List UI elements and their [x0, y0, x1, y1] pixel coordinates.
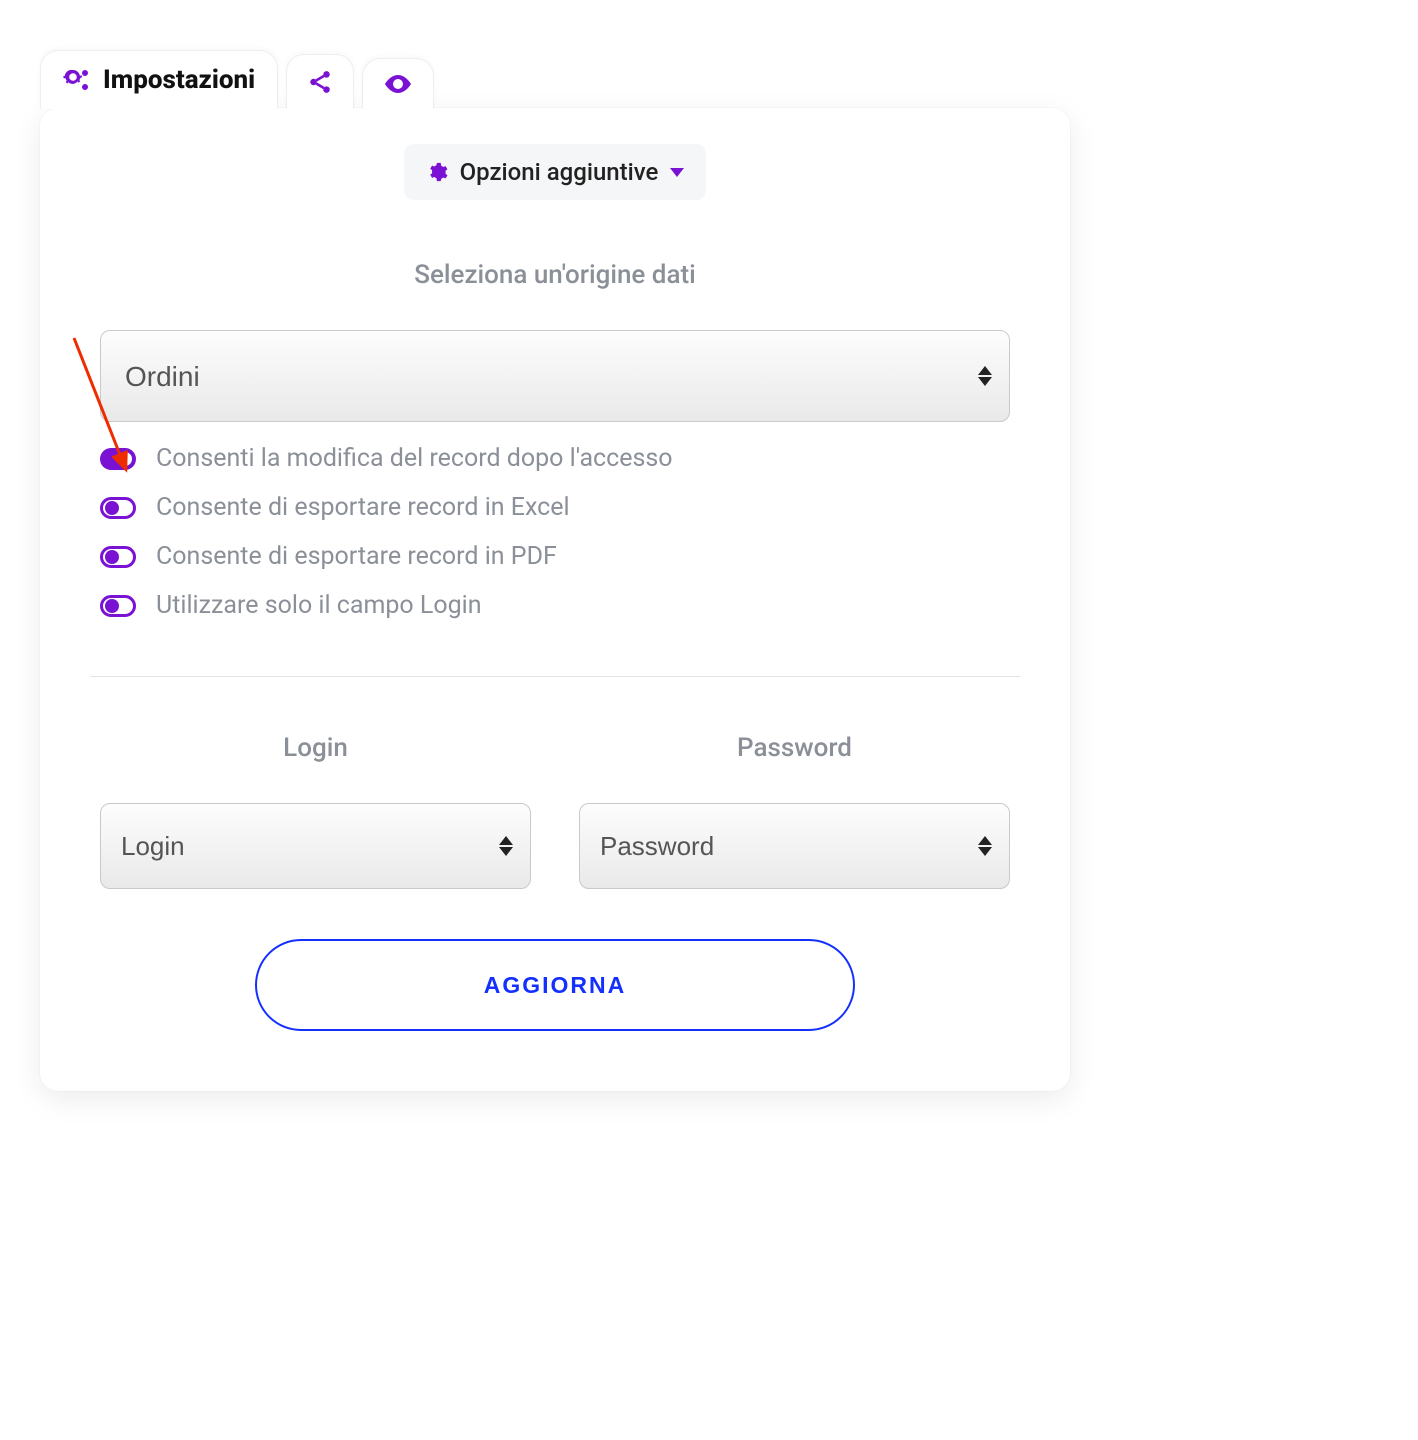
tab-preview[interactable] — [362, 58, 434, 109]
toggle-login-only[interactable] — [100, 595, 136, 617]
login-field-select[interactable]: Login — [100, 803, 531, 889]
password-heading: Password — [579, 733, 1010, 763]
divider — [90, 676, 1020, 677]
caret-down-icon — [670, 168, 684, 177]
eye-icon — [383, 73, 413, 95]
password-field-select[interactable]: Password — [579, 803, 1010, 889]
share-icon — [307, 69, 333, 95]
data-source-heading: Seleziona un'origine dati — [100, 260, 1010, 290]
toggles-group: Consenti la modifica del record dopo l'a… — [100, 444, 1010, 620]
toggle-login-only-label: Utilizzare solo il campo Login — [156, 591, 482, 620]
settings-panel: Opzioni aggiuntive Seleziona un'origine … — [40, 108, 1070, 1091]
additional-options-label: Opzioni aggiuntive — [460, 158, 659, 186]
tab-settings-label: Impostazioni — [103, 65, 255, 95]
gears-icon — [63, 67, 93, 93]
toggle-allow-edit-label: Consenti la modifica del record dopo l'a… — [156, 444, 673, 473]
update-button[interactable]: AGGIORNA — [255, 939, 855, 1031]
data-source-select[interactable]: Ordini — [100, 330, 1010, 422]
tab-share[interactable] — [286, 54, 354, 109]
toggle-export-excel[interactable] — [100, 497, 136, 519]
toggle-export-excel-label: Consente di esportare record in Excel — [156, 493, 570, 522]
toggle-export-pdf-label: Consente di esportare record in PDF — [156, 542, 557, 571]
toggle-export-pdf[interactable] — [100, 546, 136, 568]
login-heading: Login — [100, 733, 531, 763]
tab-settings[interactable]: Impostazioni — [40, 50, 278, 109]
toggle-allow-edit[interactable] — [100, 448, 136, 470]
gear-icon — [426, 161, 448, 183]
tabs-row: Impostazioni — [40, 50, 1070, 109]
additional-options-menu[interactable]: Opzioni aggiuntive — [404, 144, 707, 200]
